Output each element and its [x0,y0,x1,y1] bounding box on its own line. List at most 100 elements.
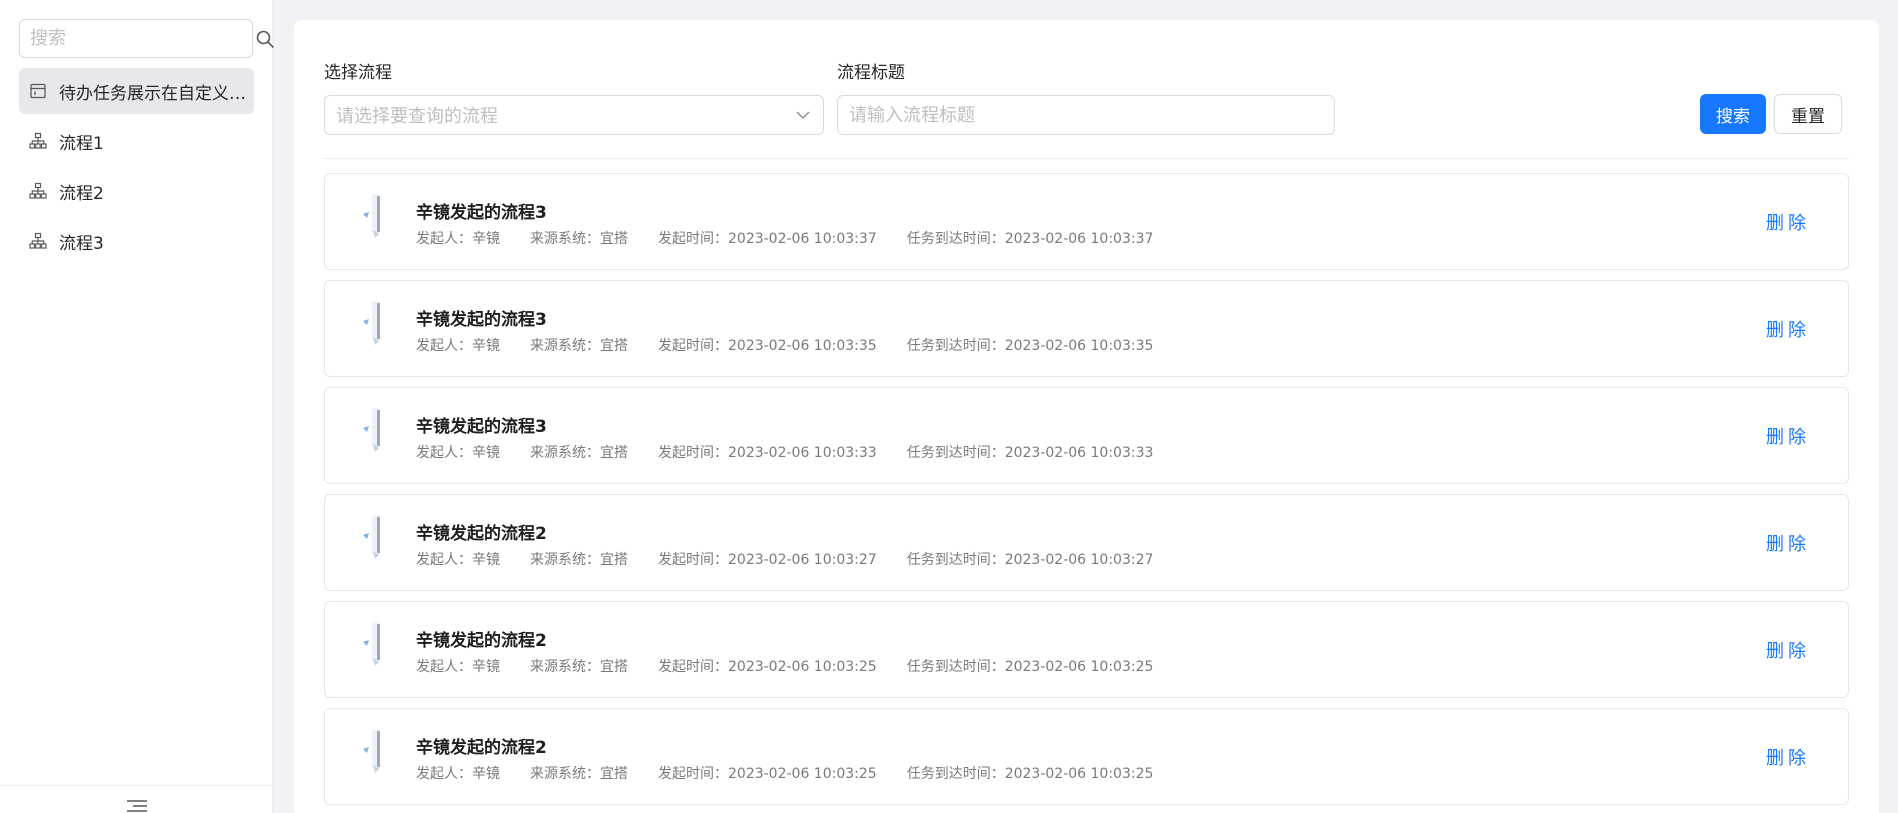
task-meta-value: 2023-02-06 10:03:27 [728,552,877,568]
process-select[interactable]: 请选择要查询的流程 [324,95,824,135]
process-thumbnail-icon [363,515,380,559]
sidebar-search[interactable] [19,19,274,58]
delete-button[interactable]: 删除 [1766,530,1810,556]
task-meta-value: 2023-02-06 10:03:33 [728,445,877,461]
sidebar-item-process-3[interactable]: 流程3 [19,218,254,264]
task-meta-label: 发起时间： [658,445,728,461]
sidebar-item-process-2[interactable]: 流程2 [19,168,254,214]
task-meta-value: 2023-02-06 10:03:25 [1004,766,1154,782]
task-source-system: 来源系统：宜搭 [530,335,628,355]
task-card[interactable]: 辛镜发起的流程3 发起人：辛镜 来源系统：宜搭 发起时间：2023-02-06 … [324,173,1849,270]
task-meta-value: 2023-02-06 10:03:25 [728,659,877,675]
task-meta-label: 发起时间： [658,231,728,247]
task-meta-label: 发起时间： [658,659,728,675]
task-meta-label: 发起人： [416,766,472,782]
task-arrive-time: 任务到达时间：2023-02-06 10:03:27 [907,549,1154,569]
sidebar-footer [0,785,273,813]
process-thumbnail-icon [363,301,380,345]
task-card[interactable]: 辛镜发起的流程2 发起人：辛镜 来源系统：宜搭 发起时间：2023-02-06 … [324,494,1849,591]
sidebar-item-label: 流程2 [59,183,104,204]
chevron-down-icon [796,111,810,119]
task-meta-label: 任务到达时间： [906,338,1005,354]
task-source-system: 来源系统：宜搭 [530,228,628,248]
task-card[interactable]: 辛镜发起的流程3 发起人：辛镜 来源系统：宜搭 发起时间：2023-02-06 … [324,387,1849,484]
process-select-placeholder: 请选择要查询的流程 [336,106,498,127]
task-meta-label: 任务到达时间： [906,231,1005,247]
process-title-label: 流程标题 [837,63,905,83]
task-initiator: 发起人：辛镜 [416,656,500,676]
task-title: 辛镜发起的流程2 [416,631,547,651]
sidebar-item-todo-view[interactable]: 待办任务展示在自定义视图… [19,68,254,114]
process-thumbnail-icon [363,622,380,666]
task-meta-label: 发起人： [416,445,472,461]
task-arrive-time: 任务到达时间：2023-02-06 10:03:35 [907,335,1154,355]
sidebar-item-label: 流程1 [59,133,104,154]
org-chart-icon [29,182,47,199]
task-arrive-time: 任务到达时间：2023-02-06 10:03:33 [907,442,1154,462]
task-meta-label: 任务到达时间： [906,552,1005,568]
task-meta-value: 辛镜 [472,552,500,568]
process-title-input[interactable] [849,104,1323,126]
task-title: 辛镜发起的流程2 [416,524,547,544]
task-meta-label: 来源系统： [530,231,600,247]
task-meta-value: 宜搭 [600,659,628,675]
task-meta-label: 发起时间： [658,338,728,354]
task-meta-label: 任务到达时间： [906,445,1005,461]
task-title: 辛镜发起的流程2 [416,738,547,758]
content-panel: 选择流程 请选择要查询的流程 流程标题 搜索 重置 辛镜发起的流程3 发起 [294,20,1879,813]
task-start-time: 发起时间：2023-02-06 10:03:37 [658,228,877,248]
task-card[interactable]: 辛镜发起的流程2 发起人：辛镜 来源系统：宜搭 发起时间：2023-02-06 … [324,708,1849,805]
delete-button[interactable]: 删除 [1766,637,1810,663]
task-arrive-time: 任务到达时间：2023-02-06 10:03:25 [907,763,1154,783]
delete-button[interactable]: 删除 [1766,209,1810,235]
task-meta-label: 来源系统： [530,766,600,782]
task-start-time: 发起时间：2023-02-06 10:03:35 [658,335,877,355]
task-meta-label: 发起时间： [658,552,728,568]
sidebar-item-process-1[interactable]: 流程1 [19,118,254,164]
task-meta-value: 2023-02-06 10:03:37 [728,231,877,247]
task-meta: 发起人：辛镜 来源系统：宜搭 发起时间：2023-02-06 10:03:25 … [416,656,1183,676]
task-initiator: 发起人：辛镜 [416,549,500,569]
main-content: 选择流程 请选择要查询的流程 流程标题 搜索 重置 辛镜发起的流程3 发起 [273,0,1898,813]
search-button[interactable]: 搜索 [1700,94,1766,134]
task-initiator: 发起人：辛镜 [416,763,500,783]
process-thumbnail-icon [363,729,380,773]
process-thumbnail-icon [363,194,380,238]
delete-button[interactable]: 删除 [1766,423,1810,449]
search-icon[interactable] [255,29,275,49]
sidebar-search-input[interactable] [30,20,255,57]
sidebar-item-label: 流程3 [59,233,104,254]
task-meta-label: 发起人： [416,659,472,675]
task-meta-value: 宜搭 [600,445,628,461]
task-card[interactable]: 辛镜发起的流程3 发起人：辛镜 来源系统：宜搭 发起时间：2023-02-06 … [324,280,1849,377]
calendar-icon [30,83,46,99]
task-meta-value: 2023-02-06 10:03:35 [728,338,877,354]
task-meta: 发起人：辛镜 来源系统：宜搭 发起时间：2023-02-06 10:03:33 … [416,442,1183,462]
task-meta-value: 辛镜 [472,338,500,354]
sidebar: 待办任务展示在自定义视图… 流程1 [0,0,274,813]
delete-button[interactable]: 删除 [1766,744,1810,770]
task-meta-value: 宜搭 [600,552,628,568]
collapse-menu-icon[interactable] [125,799,149,813]
task-start-time: 发起时间：2023-02-06 10:03:25 [658,656,877,676]
task-meta-label: 任务到达时间： [906,659,1005,675]
task-meta-value: 宜搭 [600,766,628,782]
sidebar-item-label: 待办任务展示在自定义视图… [59,83,249,104]
task-start-time: 发起时间：2023-02-06 10:03:33 [658,442,877,462]
task-start-time: 发起时间：2023-02-06 10:03:27 [658,549,877,569]
task-meta-value: 2023-02-06 10:03:37 [1004,231,1154,247]
task-meta-label: 来源系统： [530,338,600,354]
org-chart-icon [29,232,47,249]
task-meta: 发起人：辛镜 来源系统：宜搭 发起时间：2023-02-06 10:03:25 … [416,763,1183,783]
task-meta-value: 宜搭 [600,338,628,354]
task-meta-value: 辛镜 [472,445,500,461]
task-list: 辛镜发起的流程3 发起人：辛镜 来源系统：宜搭 发起时间：2023-02-06 … [324,173,1849,813]
task-source-system: 来源系统：宜搭 [530,549,628,569]
process-thumbnail-icon [363,408,380,452]
task-initiator: 发起人：辛镜 [416,228,500,248]
task-card[interactable]: 辛镜发起的流程2 发起人：辛镜 来源系统：宜搭 发起时间：2023-02-06 … [324,601,1849,698]
reset-button[interactable]: 重置 [1774,94,1842,134]
task-meta: 发起人：辛镜 来源系统：宜搭 发起时间：2023-02-06 10:03:35 … [416,335,1183,355]
delete-button[interactable]: 删除 [1766,316,1810,342]
process-title-field[interactable] [837,95,1335,135]
